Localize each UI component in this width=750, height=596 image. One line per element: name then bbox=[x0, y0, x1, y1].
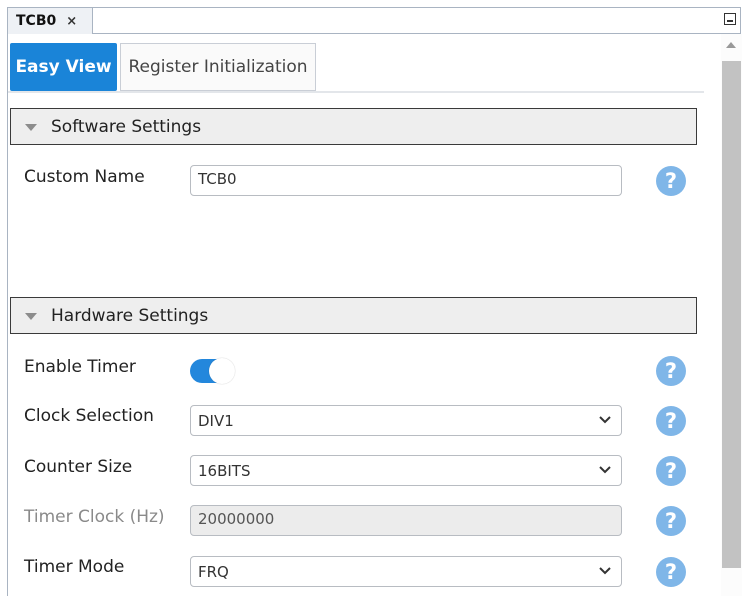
software-settings-title: Software Settings bbox=[51, 116, 202, 137]
custom-name-input[interactable]: TCB0 bbox=[190, 165, 622, 196]
help-icon[interactable]: ? bbox=[656, 557, 686, 587]
vertical-scrollbar[interactable] bbox=[721, 34, 742, 596]
toggle-knob bbox=[209, 358, 235, 384]
help-icon[interactable]: ? bbox=[656, 166, 686, 196]
document-tab-title: TCB0 bbox=[16, 13, 57, 29]
hardware-settings-title: Hardware Settings bbox=[51, 305, 209, 326]
timer-clock-field: 20000000 bbox=[190, 505, 622, 536]
document-tab-tcb0[interactable]: TCB0 × bbox=[7, 7, 93, 34]
timer-mode-value: FRQ bbox=[198, 563, 229, 581]
tab-register-initialization[interactable]: Register Initialization bbox=[120, 43, 316, 91]
minimize-icon[interactable] bbox=[724, 13, 736, 25]
timer-mode-label: Timer Mode bbox=[24, 557, 125, 577]
timer-mode-dropdown[interactable]: FRQ bbox=[190, 556, 622, 587]
view-tabs: Easy View Register Initialization bbox=[8, 43, 704, 93]
clock-selection-dropdown[interactable]: DIV1 bbox=[190, 405, 622, 436]
help-icon[interactable]: ? bbox=[656, 506, 686, 536]
help-icon[interactable]: ? bbox=[656, 456, 686, 486]
tab-easy-view[interactable]: Easy View bbox=[10, 43, 117, 91]
clock-selection-label: Clock Selection bbox=[24, 406, 154, 426]
enable-timer-label: Enable Timer bbox=[24, 357, 136, 377]
counter-size-dropdown[interactable]: 16BITS bbox=[190, 455, 622, 486]
hardware-settings-header[interactable]: Hardware Settings bbox=[10, 297, 697, 334]
enable-timer-toggle[interactable] bbox=[190, 358, 235, 384]
clock-selection-value: DIV1 bbox=[198, 412, 234, 430]
configuration-pane: Easy View Register Initialization Softwa… bbox=[7, 34, 742, 596]
help-icon[interactable]: ? bbox=[656, 406, 686, 436]
timer-clock-label: Timer Clock (Hz) bbox=[24, 507, 165, 527]
chevron-down-icon bbox=[599, 416, 611, 424]
chevron-down-icon bbox=[599, 567, 611, 575]
software-settings-header[interactable]: Software Settings bbox=[10, 108, 697, 145]
close-icon[interactable]: × bbox=[66, 14, 77, 29]
help-icon[interactable]: ? bbox=[656, 356, 686, 386]
chevron-down-icon bbox=[599, 466, 611, 474]
collapse-triangle-icon bbox=[25, 124, 37, 131]
document-tab-strip: TCB0 × bbox=[0, 0, 750, 34]
scrollbar-thumb[interactable] bbox=[722, 61, 741, 568]
counter-size-label: Counter Size bbox=[24, 457, 133, 477]
custom-name-label: Custom Name bbox=[24, 167, 145, 187]
collapse-triangle-icon bbox=[25, 313, 37, 320]
scroll-up-arrow-icon[interactable] bbox=[726, 42, 736, 48]
counter-size-value: 16BITS bbox=[198, 462, 251, 480]
tab-strip-border bbox=[93, 7, 741, 34]
